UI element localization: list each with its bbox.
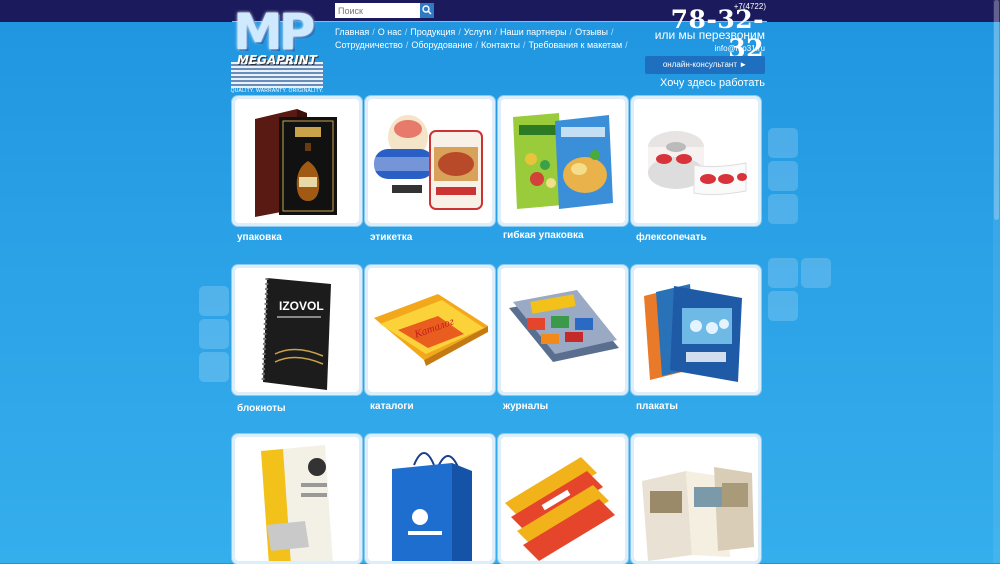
nav-contacts[interactable]: Контакты xyxy=(481,40,520,50)
svg-text:IZOVOL: IZOVOL xyxy=(279,299,324,313)
booklets-image xyxy=(642,467,754,561)
product-card-flexible-packaging[interactable] xyxy=(498,96,628,226)
callback-text: или мы перезвоним xyxy=(654,28,765,42)
product-card-packaging[interactable] xyxy=(232,96,362,226)
product-card-stationery[interactable] xyxy=(232,434,362,564)
search-input[interactable] xyxy=(335,3,419,18)
folder-image xyxy=(261,445,333,561)
product-label[interactable]: упаковка xyxy=(237,232,282,243)
nav-reviews[interactable]: Отзывы xyxy=(575,27,608,37)
vegetable-bags-image xyxy=(513,113,613,209)
logo-tagline: QUALITY. WARRANTY. ORIGINALITY. xyxy=(230,88,324,94)
product-label[interactable]: блокноты xyxy=(237,403,286,414)
bg-tile xyxy=(768,291,798,321)
nav-equipment[interactable]: Оборудование xyxy=(411,40,472,50)
email-link[interactable]: info@mp31.ru xyxy=(680,44,765,53)
product-label[interactable]: плакаты xyxy=(636,401,678,412)
bg-tile xyxy=(199,319,229,349)
search-button[interactable] xyxy=(420,3,434,18)
product-card-bags[interactable] xyxy=(365,434,495,564)
bg-tile xyxy=(199,352,229,382)
product-card-flexo[interactable] xyxy=(631,96,761,226)
magazines-image xyxy=(509,290,619,362)
product-label[interactable]: каталоги xyxy=(370,401,414,412)
product-card-labels[interactable] xyxy=(365,96,495,226)
catalog-image: Каталог xyxy=(374,294,488,366)
bg-tile xyxy=(199,286,229,316)
nav-partners[interactable]: Наши партнеры xyxy=(500,27,567,37)
search-icon xyxy=(422,5,432,15)
nav-services[interactable]: Услуги xyxy=(464,27,492,37)
bg-tile xyxy=(768,161,798,191)
product-card-booklets[interactable] xyxy=(631,434,761,564)
search-box xyxy=(335,3,434,18)
online-consultant-button[interactable]: онлайн-консультант ► xyxy=(645,56,765,74)
product-card-magazines[interactable] xyxy=(498,265,628,395)
gazprom-bag-image xyxy=(392,452,472,561)
bg-tile xyxy=(768,194,798,224)
product-label[interactable]: флексопечать xyxy=(636,232,707,243)
logo-brand: MEGAPRINT xyxy=(236,53,317,67)
scrollbar-thumb[interactable] xyxy=(994,0,999,220)
megaprint-logo[interactable]: MP MEGAPRINT QUALITY. WARRANTY. ORIGINAL… xyxy=(229,3,325,94)
labels-image xyxy=(374,115,483,210)
nav-row-1: Главная / О нас / Продукция / Услуги / Наши парт… xyxy=(335,27,614,37)
bg-tile xyxy=(801,258,831,288)
posters-image xyxy=(644,284,742,382)
product-card-catalogs[interactable]: Каталог xyxy=(365,265,495,395)
main-nav: Главная / О нас / Продукция / Услуги / Наши парт… xyxy=(335,26,628,52)
bg-tile xyxy=(768,258,798,288)
product-label[interactable]: этикетка xyxy=(370,232,412,243)
scrollbar[interactable] xyxy=(993,0,1000,563)
nav-home[interactable]: Главная xyxy=(335,27,369,37)
nav-about[interactable]: О нас xyxy=(378,27,402,37)
logo-letters: MP xyxy=(233,3,315,61)
nav-cooperation[interactable]: Сотрудничество xyxy=(335,40,403,50)
nav-row-2: Сотрудничество / Оборудование / Контакты / Тре… xyxy=(335,40,628,50)
product-label[interactable]: гибкая упаковка xyxy=(503,230,584,241)
product-card-posters[interactable] xyxy=(631,265,761,395)
product-card-notebooks[interactable]: IZOVOL xyxy=(232,265,362,395)
nav-requirements[interactable]: Требования к макетам xyxy=(528,40,622,50)
izovol-notebook-image: IZOVOL xyxy=(261,277,331,390)
job-link[interactable]: Хочу здесь работать xyxy=(640,77,765,89)
sticker-roll-image xyxy=(648,131,747,196)
bg-tile xyxy=(768,128,798,158)
nav-products[interactable]: Продукция xyxy=(410,27,455,37)
product-label[interactable]: журналы xyxy=(503,401,548,412)
flyers-image xyxy=(505,457,615,561)
product-card-flyers[interactable] xyxy=(498,434,628,564)
cognac-box-image xyxy=(255,109,337,217)
top-bar xyxy=(0,0,1000,22)
